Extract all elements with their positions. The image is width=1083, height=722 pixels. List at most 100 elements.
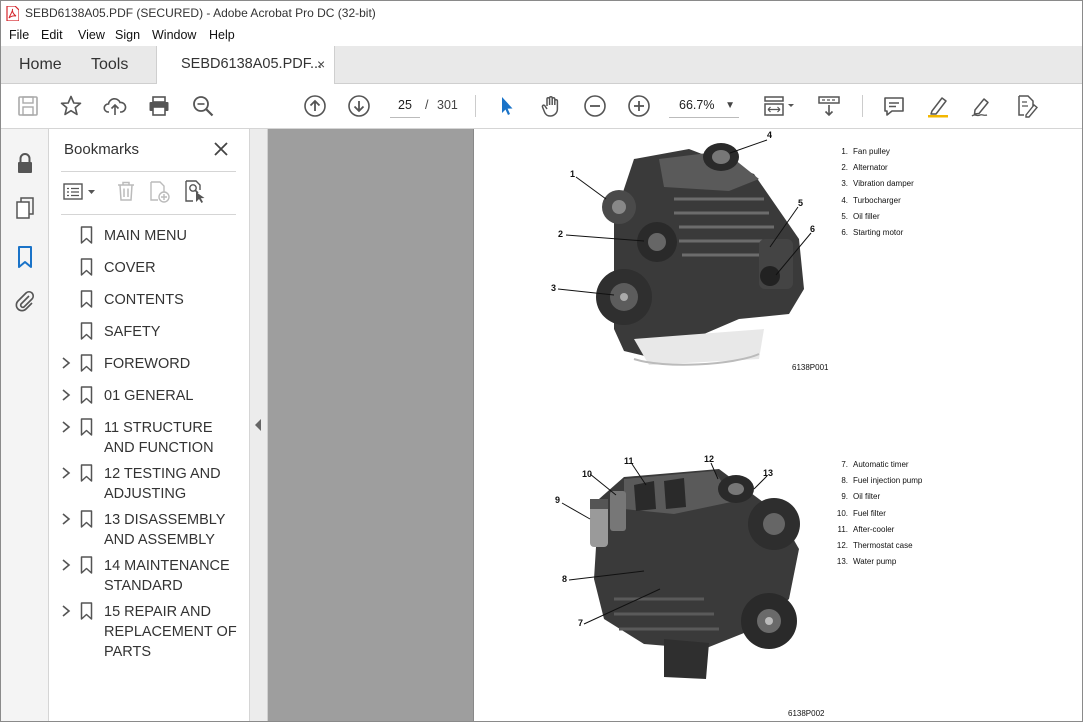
page-thumbnails-icon[interactable] xyxy=(13,196,37,220)
document-viewer[interactable]: 1 2 3 4 5 6 6138P001 1. Fan pulley 2. Alter… xyxy=(268,129,1082,721)
legend-text: Alternator xyxy=(853,163,888,173)
acrobat-app-icon xyxy=(6,6,19,21)
legend-text: Automatic timer xyxy=(853,460,909,469)
menu-sign[interactable]: Sign xyxy=(115,28,140,42)
figure-1-legend: 1. Fan pulley 2. Alternator 3. Vibration damp… xyxy=(834,147,914,244)
bookmark-panel-icon[interactable] xyxy=(13,245,37,269)
bookmark-options-icon[interactable] xyxy=(63,182,99,202)
bookmark-icon xyxy=(80,418,93,436)
menu-edit[interactable]: Edit xyxy=(41,28,63,42)
legend-number: 5. xyxy=(841,211,848,221)
chevron-down-icon: ▼ xyxy=(725,100,735,111)
legend-text: Fuel filter xyxy=(853,508,886,518)
legend-row: 12. Thermostat case xyxy=(834,541,922,557)
callout-8: 8 xyxy=(562,574,568,584)
previous-page-icon[interactable] xyxy=(303,94,327,118)
callout-13: 13 xyxy=(763,468,774,478)
print-icon[interactable] xyxy=(147,94,171,118)
zoom-level-select[interactable]: 66.7% ▼ xyxy=(669,94,739,118)
chevron-right-icon[interactable] xyxy=(60,511,72,527)
divider xyxy=(61,214,236,215)
legend-text: After-cooler xyxy=(853,524,895,534)
lock-icon[interactable] xyxy=(13,151,37,175)
legend-text: Turbocharger xyxy=(853,195,901,205)
callout-4: 4 xyxy=(767,130,773,140)
page-number-input[interactable]: 25 xyxy=(390,94,420,118)
engine-figure-1 xyxy=(557,139,812,366)
callout-3: 3 xyxy=(551,283,557,293)
legend-row: 13. Water pump xyxy=(834,557,922,573)
comment-icon[interactable] xyxy=(882,94,906,118)
tab-close-button[interactable]: × xyxy=(317,46,325,83)
delete-bookmark-icon[interactable] xyxy=(115,180,137,202)
chevron-right-icon[interactable] xyxy=(60,465,72,481)
engine-figure-2 xyxy=(561,462,800,679)
upload-cloud-icon[interactable] xyxy=(103,94,127,118)
legend-row: 5. Oil filler xyxy=(834,212,914,228)
bookmark-label: COVER xyxy=(104,260,156,276)
page-separator: / xyxy=(425,98,429,112)
chevron-right-icon[interactable] xyxy=(60,419,72,435)
fit-page-icon[interactable] xyxy=(763,94,797,118)
hand-tool-icon[interactable] xyxy=(539,94,563,118)
tab-document[interactable]: SEBD6138A05.PDF... × xyxy=(156,46,335,84)
panel-collapse-strip[interactable] xyxy=(250,129,268,721)
bookmark-label: 12 TESTING AND ADJUSTING xyxy=(104,466,221,502)
bookmark-label: 11 STRUCTURE AND FUNCTION xyxy=(104,420,214,456)
figure-1-caption: 6138P001 xyxy=(792,363,829,372)
zoom-search-icon[interactable] xyxy=(191,94,215,118)
menu-bar: File Edit View Sign Window Help xyxy=(1,26,1082,46)
legend-number: 12. xyxy=(836,540,848,550)
chevron-right-icon[interactable] xyxy=(60,603,72,619)
legend-row: 3. Vibration damper xyxy=(834,179,914,195)
bookmark-label: CONTENTS xyxy=(104,292,184,308)
zoom-in-icon[interactable] xyxy=(627,94,651,118)
new-bookmark-icon[interactable] xyxy=(147,180,171,204)
menu-view[interactable]: View xyxy=(78,28,105,42)
toolbar-divider xyxy=(862,95,863,117)
bookmark-label: FOREWORD xyxy=(104,356,191,372)
next-page-icon[interactable] xyxy=(347,94,371,118)
select-cursor-icon[interactable] xyxy=(495,94,519,118)
chevron-right-icon[interactable] xyxy=(60,387,72,403)
callout-7: 7 xyxy=(578,618,584,628)
collapse-arrow-icon[interactable] xyxy=(255,419,261,431)
highlight-pen-icon[interactable] xyxy=(926,94,950,118)
fill-sign-icon[interactable] xyxy=(970,94,994,118)
bookmark-icon xyxy=(80,354,93,372)
tab-home[interactable]: Home xyxy=(19,46,62,83)
bookmark-label: 14 MAINTENANCE STANDARD xyxy=(104,558,230,594)
legend-number: 2. xyxy=(841,163,848,173)
save-icon[interactable] xyxy=(16,94,40,118)
title-bar: SEBD6138A05.PDF (SECURED) - Adobe Acroba… xyxy=(1,1,1082,26)
legend-text: Vibration damper xyxy=(853,179,914,189)
legend-number: 4. xyxy=(841,195,848,205)
legend-row: 1. Fan pulley xyxy=(834,147,914,163)
legend-text: Fuel injection pump xyxy=(853,476,923,486)
menu-window[interactable]: Window xyxy=(152,28,196,42)
star-icon[interactable] xyxy=(59,94,83,118)
callout-1: 1 xyxy=(570,169,576,179)
zoom-out-icon[interactable] xyxy=(583,94,607,118)
edit-pdf-icon[interactable] xyxy=(1014,94,1038,118)
navigation-rail xyxy=(1,129,49,721)
chevron-right-icon[interactable] xyxy=(60,355,72,371)
main-toolbar: 25 / 301 66.7% ▼ xyxy=(1,84,1082,129)
figure-2-legend: 7. Automatic timer 8. Fuel injection pump 9.… xyxy=(834,460,923,573)
bookmark-label: 15 REPAIR AND REPLACEMENT OF PARTS xyxy=(104,604,237,660)
close-icon[interactable] xyxy=(211,139,231,159)
search-bookmark-icon[interactable] xyxy=(183,179,207,203)
menu-help[interactable]: Help xyxy=(209,28,235,42)
tab-tools[interactable]: Tools xyxy=(91,46,128,83)
legend-row: 6. Starting motor xyxy=(834,228,914,244)
attachment-icon[interactable] xyxy=(13,289,37,313)
toolbar-divider xyxy=(475,95,476,117)
page-total: 301 xyxy=(437,98,458,112)
callout-5: 5 xyxy=(798,198,804,208)
chevron-right-icon[interactable] xyxy=(60,557,72,573)
scroll-mode-icon[interactable] xyxy=(817,94,841,118)
pdf-page: 1 2 3 4 5 6 6138P001 1. Fan pulley 2. Alter… xyxy=(473,129,1082,721)
menu-file[interactable]: File xyxy=(9,28,29,42)
legend-number: 1. xyxy=(841,147,848,156)
divider xyxy=(61,171,236,172)
